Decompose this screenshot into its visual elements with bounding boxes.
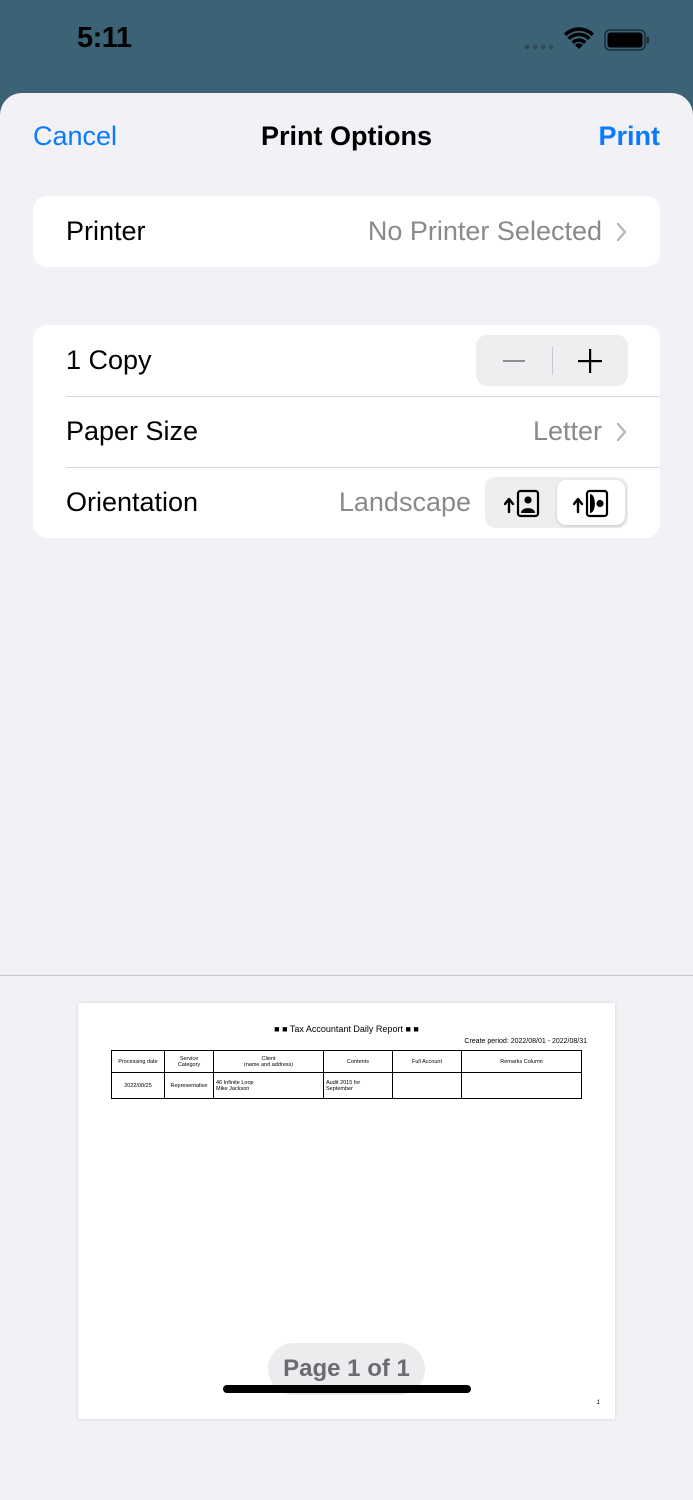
wifi-icon [564, 27, 594, 49]
report-table: Processing date Service Category Client (n… [111, 1050, 582, 1099]
portrait-orientation-icon [504, 489, 540, 517]
cell-remarks [461, 1072, 582, 1099]
paper-size-label: Paper Size [66, 416, 199, 446]
paper-size-value: Letter [532, 416, 602, 446]
report-period: Create period: 2022/08/01 - 2022/08/31 [464, 1038, 587, 1045]
header-contents: Contents [323, 1050, 393, 1073]
cell-contents: Audit 2015 for September [323, 1072, 393, 1099]
cell-service-category: Representative [164, 1072, 214, 1099]
cell-client: 46 Infinite Loop Mike Jackson [213, 1072, 324, 1099]
header-processing-date: Processing date [111, 1050, 165, 1073]
minus-icon [502, 359, 525, 362]
print-preview-area: ■ ■ Tax Accountant Daily Report ■ ■ Crea… [0, 975, 693, 1500]
printer-label: Printer [66, 216, 146, 246]
increment-button[interactable] [553, 335, 629, 386]
row-divider [66, 467, 660, 468]
landscape-orientation-icon [572, 489, 608, 517]
copies-row: 1 Copy [33, 325, 660, 396]
decrement-button[interactable] [476, 335, 552, 386]
copies-label: 1 Copy [66, 345, 152, 375]
header-remarks: Remarks Column [461, 1050, 582, 1073]
cell-processing-date: 2022/08/25 [111, 1072, 165, 1099]
cancel-button[interactable]: Cancel [33, 121, 117, 152]
status-time: 5:11 [77, 22, 132, 54]
status-bar: 5:11 [0, 0, 693, 92]
print-button[interactable]: Print [598, 121, 660, 152]
orientation-value: Landscape [338, 487, 471, 517]
report-title: ■ ■ Tax Accountant Daily Report ■ ■ [274, 1024, 419, 1034]
cell-full-account [392, 1072, 462, 1099]
landscape-option[interactable] [556, 480, 625, 525]
row-divider [66, 396, 660, 397]
header-service-category: Service Category [164, 1050, 214, 1073]
header-full-account: Full Account [392, 1050, 462, 1073]
cellular-signal-icon [524, 44, 554, 50]
chevron-right-icon [616, 422, 627, 441]
printer-value: No Printer Selected [367, 216, 602, 246]
table-row: 2022/08/25 Representative 46 Infinite Lo… [111, 1072, 582, 1099]
orientation-segmented-control [485, 477, 628, 528]
printer-group: Printer No Printer Selected [33, 196, 660, 267]
chevron-right-icon [616, 222, 627, 241]
home-indicator[interactable] [223, 1385, 471, 1393]
portrait-option[interactable] [488, 480, 557, 525]
print-options-sheet: Print Options Cancel Print Printer No Pr… [0, 93, 693, 1500]
table-header-row: Processing date Service Category Client (n… [111, 1050, 582, 1073]
plus-icon [578, 348, 603, 373]
preview-page-number: 1 [596, 1400, 600, 1406]
orientation-label: Orientation [66, 487, 199, 517]
options-group: 1 Copy Paper Size Letter Orientation Lan… [33, 325, 660, 538]
copies-stepper [476, 335, 628, 386]
battery-icon [604, 29, 649, 51]
printer-row[interactable]: Printer No Printer Selected [33, 196, 660, 267]
header-client: Client (name and address) [213, 1050, 324, 1073]
orientation-row: Orientation Landscape [33, 467, 660, 538]
paper-size-row[interactable]: Paper Size Letter [33, 396, 660, 467]
